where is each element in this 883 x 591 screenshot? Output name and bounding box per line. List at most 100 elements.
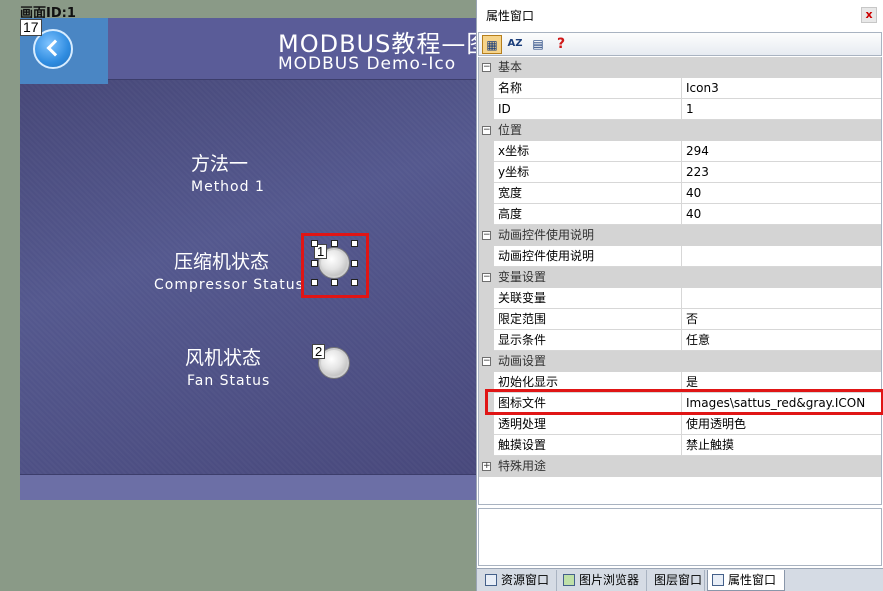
help-icon[interactable]: ? (551, 35, 571, 54)
category-name: 变量设置 (498, 270, 547, 284)
tab-label: 图片浏览器 (579, 573, 640, 587)
property-value[interactable]: 40 (682, 204, 881, 225)
property-value[interactable]: 任意 (682, 330, 881, 351)
tab-label: 图层窗口 (654, 573, 703, 587)
property-category[interactable]: − 变量设置 (479, 267, 881, 288)
property-value[interactable]: Icon3 (682, 78, 881, 99)
property-row[interactable]: 显示条件 任意 (479, 330, 881, 351)
image-icon (563, 574, 575, 586)
property-name: 触摸设置 (494, 435, 682, 456)
widget-id-tag: 17 (20, 19, 42, 36)
property-value[interactable]: 使用透明色 (682, 414, 881, 435)
property-name: x坐标 (494, 141, 682, 162)
row-gutter (479, 435, 494, 456)
resize-handle[interactable] (311, 240, 318, 247)
hmi-screen-canvas[interactable]: 17 MODBUS教程—图 MODBUS Demo-Ico 方法一 Method… (20, 18, 482, 500)
resize-handle[interactable] (351, 260, 358, 267)
property-row[interactable]: 限定范围否 (479, 309, 881, 330)
property-row[interactable]: y坐标 223 (479, 162, 881, 183)
method-label-cn: 方法一 (191, 153, 249, 175)
row-gutter (479, 78, 494, 99)
resize-handle[interactable] (331, 279, 338, 286)
property-row[interactable]: ID 1 (479, 99, 881, 120)
property-value[interactable] (682, 288, 881, 309)
property-row[interactable]: 高度 40 (479, 204, 881, 225)
property-grid: − 基本 名称 Icon3 ID 1− 位置 x坐标 294 y坐标 223 宽度 40 高度 40− 动画控… (478, 57, 882, 505)
compressor-label-cn: 压缩机状态 (174, 251, 270, 273)
close-button[interactable]: x (861, 7, 877, 23)
category-gutter: − (479, 267, 494, 288)
method-label-en: Method 1 (191, 179, 265, 195)
row-gutter (479, 330, 494, 351)
property-name: 显示条件 (494, 330, 682, 351)
property-row[interactable]: 宽度 40 (479, 183, 881, 204)
property-value[interactable]: 223 (682, 162, 881, 183)
property-row[interactable]: 透明处理 使用透明色 (479, 414, 881, 435)
collapse-icon[interactable]: − (482, 126, 491, 135)
alphabetical-sort-icon[interactable]: AZ (505, 35, 525, 54)
property-row[interactable]: x坐标 294 (479, 141, 881, 162)
property-value[interactable]: 否 (682, 309, 881, 330)
chevron-left-icon (46, 39, 64, 57)
compressor-label-en: Compressor Status (154, 277, 304, 293)
category-name: 动画设置 (498, 354, 547, 368)
property-row[interactable]: 动画控件使用说明 (479, 246, 881, 267)
category-gutter: − (479, 225, 494, 246)
tab-label: 资源窗口 (501, 573, 550, 587)
property-value[interactable]: 禁止触摸 (682, 435, 881, 456)
resize-handle[interactable] (311, 260, 318, 267)
expand-icon[interactable]: + (482, 462, 491, 471)
list-icon (485, 574, 497, 586)
row-gutter (479, 99, 494, 120)
property-name: y坐标 (494, 162, 682, 183)
categorized-view-icon[interactable]: ▦ (482, 35, 502, 54)
resize-handle[interactable] (311, 279, 318, 286)
property-category[interactable]: − 动画设置 (479, 351, 881, 372)
row-gutter (479, 204, 494, 225)
property-value[interactable] (682, 246, 881, 267)
property-window: 属性窗口 x ▦ AZ ▤ ? − 基本 名称 Icon3 ID 1− 位置 x坐标 294 y坐… (476, 0, 883, 591)
category-gutter: + (479, 456, 494, 477)
property-category[interactable]: − 位置 (479, 120, 881, 141)
screen-subtitle: MODBUS Demo-Ico (278, 54, 457, 74)
collapse-icon[interactable]: − (482, 63, 491, 72)
tab-resource-window[interactable]: 资源窗口 (481, 570, 557, 591)
property-window-title: 属性窗口 (486, 9, 535, 23)
property-pages-icon[interactable]: ▤ (528, 35, 548, 54)
resize-handle[interactable] (351, 279, 358, 286)
property-category[interactable]: − 动画控件使用说明 (479, 225, 881, 246)
property-row[interactable]: 关联变量 (479, 288, 881, 309)
collapse-icon[interactable]: − (482, 357, 491, 366)
icon-file-highlight (485, 389, 883, 415)
row-gutter (479, 414, 494, 435)
category-gutter: − (479, 120, 494, 141)
category-name: 基本 (498, 60, 523, 74)
tab-property-window[interactable]: 属性窗口 (707, 570, 785, 591)
row-gutter (479, 288, 494, 309)
tab-label: 属性窗口 (728, 573, 777, 587)
resize-handle[interactable] (351, 240, 358, 247)
property-row[interactable]: 名称 Icon3 (479, 78, 881, 99)
property-name: 透明处理 (494, 414, 682, 435)
property-value[interactable]: 40 (682, 183, 881, 204)
property-name: 关联变量 (494, 288, 682, 309)
widget-id-tag: 2 (312, 344, 326, 359)
close-icon: x (865, 8, 873, 21)
property-category[interactable]: − 基本 (479, 57, 881, 78)
category-name: 特殊用途 (498, 459, 547, 473)
property-value[interactable]: 1 (682, 99, 881, 120)
collapse-icon[interactable]: − (482, 273, 491, 282)
property-category[interactable]: + 特殊用途 (479, 456, 881, 477)
property-row[interactable]: 触摸设置 禁止触摸 (479, 435, 881, 456)
property-value[interactable]: 294 (682, 141, 881, 162)
grid-icon (712, 574, 724, 586)
row-gutter (479, 183, 494, 204)
description-pane (478, 508, 882, 566)
resize-handle[interactable] (331, 240, 338, 247)
tab-image-browser[interactable]: 图片浏览器 (559, 570, 647, 591)
collapse-icon[interactable]: − (482, 231, 491, 240)
property-window-titlebar[interactable]: 属性窗口 x (477, 0, 883, 30)
row-gutter (479, 162, 494, 183)
bottom-tab-bar: 资源窗口 图片浏览器 图层窗口 属性窗口 (477, 568, 883, 591)
tab-layer-window[interactable]: 图层窗口 (649, 570, 705, 591)
